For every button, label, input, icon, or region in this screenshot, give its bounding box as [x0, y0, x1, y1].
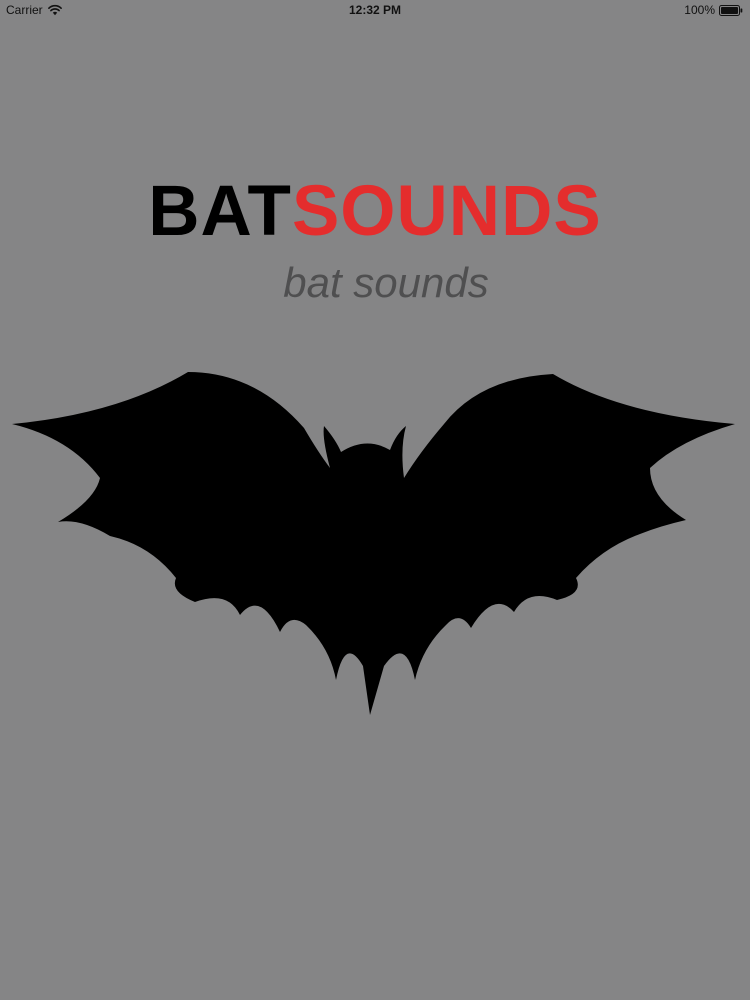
battery-percentage: 100%: [684, 3, 715, 17]
status-bar-right: 100%: [684, 3, 743, 17]
bat-silhouette-icon: [12, 372, 735, 715]
status-time: 12:32 PM: [348, 3, 402, 17]
title-part-bat: BAT: [148, 172, 292, 251]
title-part-sounds: SOUNDS: [291, 172, 602, 251]
status-bar: Carrier 12:32 PM 100%: [0, 0, 750, 20]
app-title-logo: BATSOUNDS: [0, 176, 750, 247]
battery-icon: [719, 4, 743, 16]
app-subtitle: bat sounds: [283, 259, 489, 306]
